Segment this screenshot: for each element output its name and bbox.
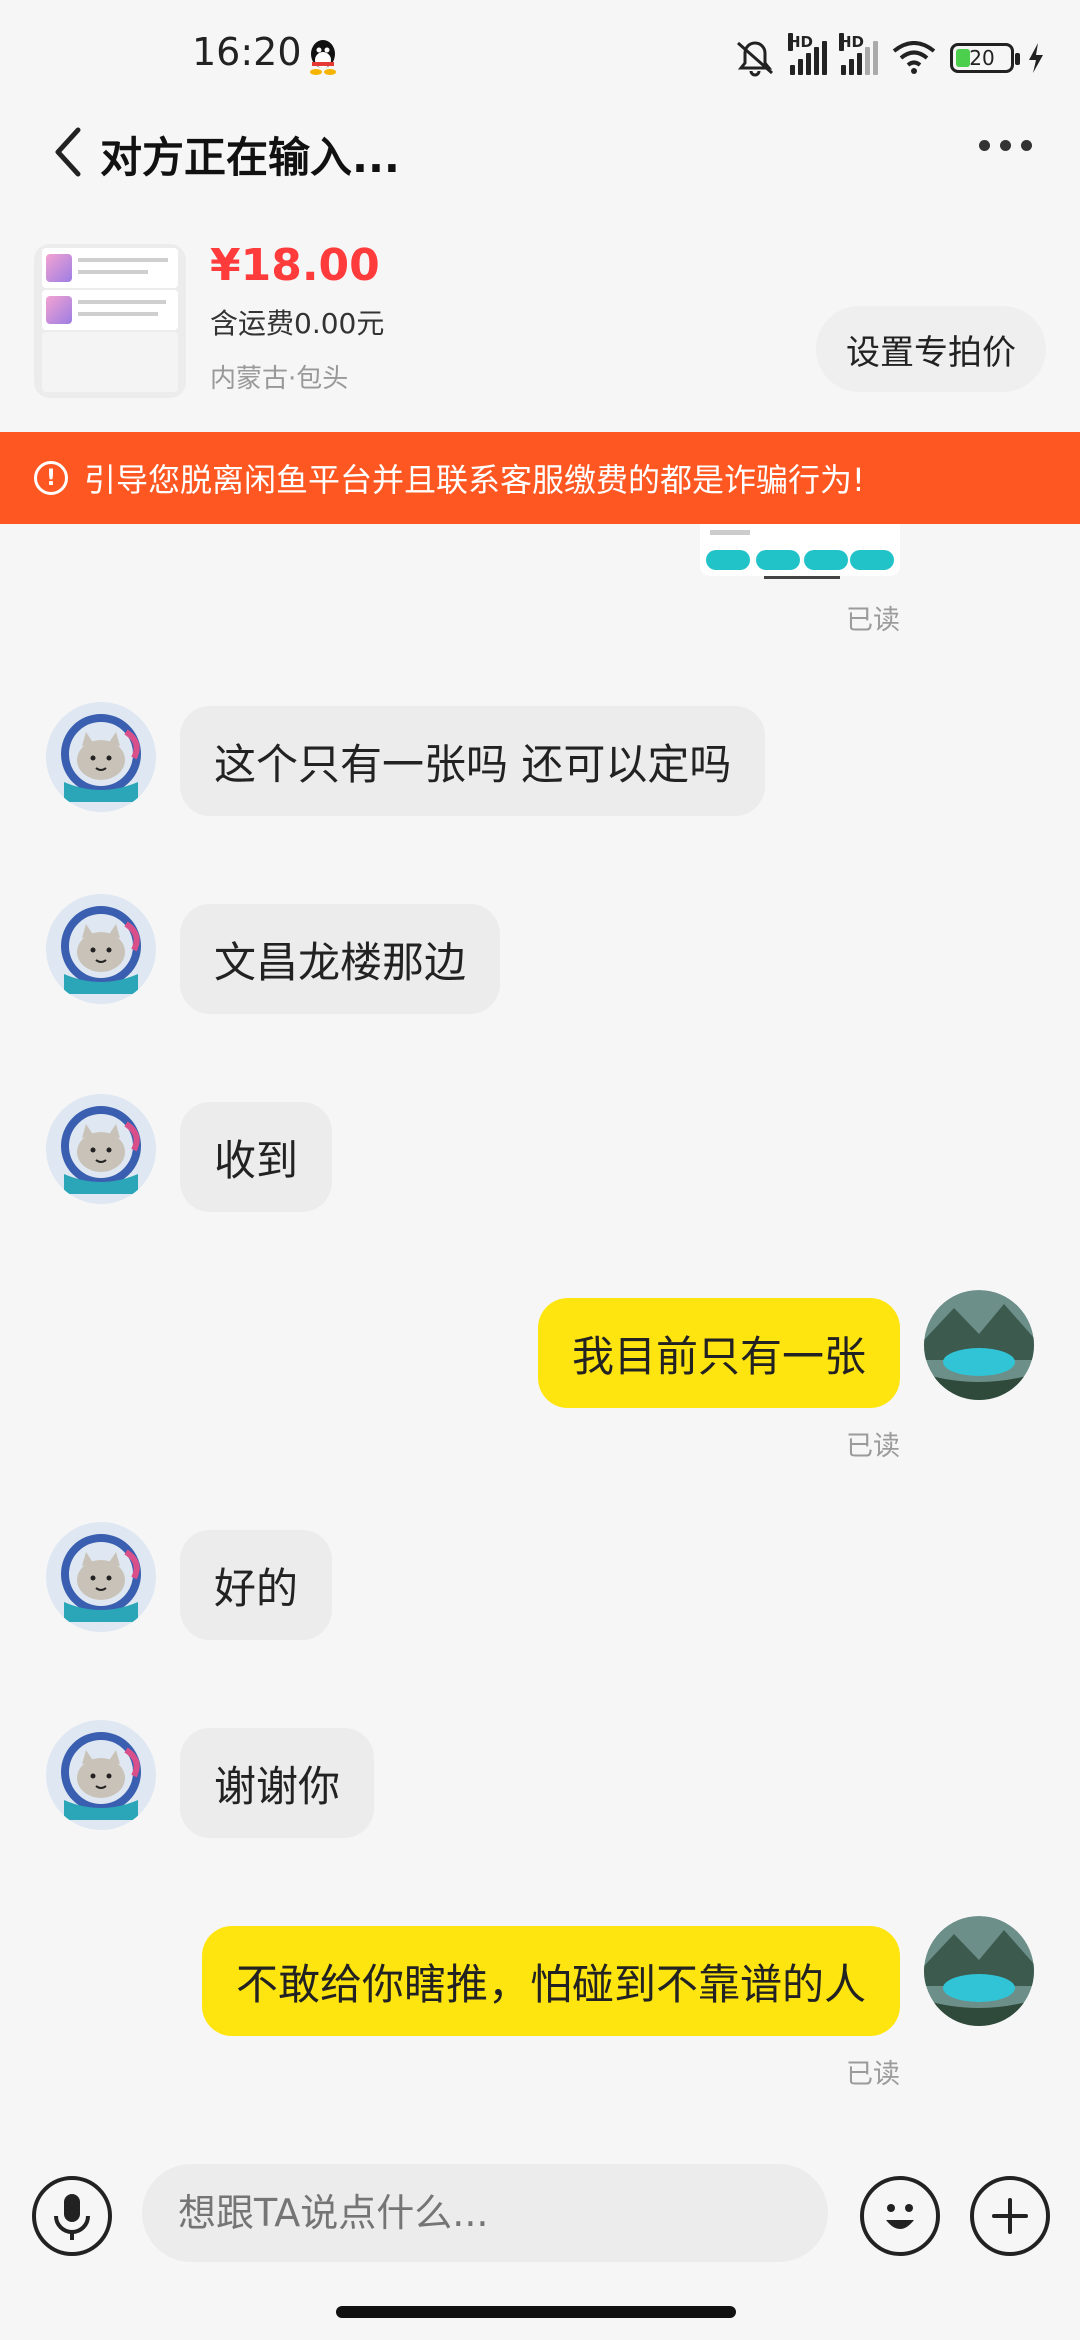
more-actions-button[interactable] [970, 2176, 1050, 2256]
contact-avatar[interactable] [46, 1522, 156, 1632]
message-input[interactable] [142, 2164, 828, 2262]
contact-avatar[interactable] [46, 894, 156, 1004]
wifi-icon [892, 41, 936, 74]
image-message[interactable] [700, 524, 900, 579]
product-thumbnail[interactable] [34, 244, 186, 398]
message-bubble-incoming[interactable]: 这个只有一张吗 还可以定吗 [180, 706, 766, 816]
message-bubble-outgoing[interactable]: 我目前只有一张 [537, 1298, 900, 1408]
message-bubble-incoming[interactable]: 谢谢你 [180, 1728, 375, 1838]
emoji-icon [886, 2204, 914, 2229]
voice-input-button[interactable] [32, 2176, 112, 2256]
product-location: 内蒙古·包头 [210, 364, 349, 394]
status-time: 16:20 [192, 30, 302, 74]
message-bubble-incoming[interactable]: 好的 [180, 1530, 333, 1640]
shipping-info: 含运费0.00元 [210, 307, 385, 340]
warning-icon: ! [34, 461, 68, 495]
signal-icon: HD [788, 33, 827, 75]
more-options-icon[interactable] [979, 140, 1032, 151]
contact-avatar[interactable] [46, 702, 156, 812]
emoji-button[interactable] [860, 2176, 940, 2256]
read-receipt: 已读 [846, 605, 900, 636]
page-title: 对方正在输入... [100, 133, 400, 182]
read-receipt: 已读 [846, 1431, 900, 1462]
qq-icon [310, 40, 336, 75]
message-bubble-incoming[interactable]: 文昌龙楼那边 [180, 904, 501, 1014]
charging-icon [1029, 43, 1043, 73]
back-arrow-icon[interactable] [48, 122, 88, 182]
product-price: ¥18.00 [210, 240, 380, 291]
fraud-warning-banner: ! 引导您脱离闲鱼平台并且联系客服缴费的都是诈骗行为! [0, 432, 1080, 524]
home-indicator[interactable] [336, 2306, 736, 2318]
message-bubble-outgoing[interactable]: 不敢给你瞎推，怕碰到不靠谱的人 [201, 1926, 900, 2036]
status-icons: HD HD 20 [734, 33, 1044, 82]
microphone-icon [54, 2194, 90, 2240]
plus-icon [992, 2198, 1028, 2234]
mute-icon [737, 41, 773, 77]
battery-icon: 20 [950, 43, 1020, 73]
message-bubble-incoming[interactable]: 收到 [180, 1102, 333, 1212]
set-special-price-button[interactable]: 设置专拍价 [816, 306, 1046, 392]
contact-avatar[interactable] [46, 1094, 156, 1204]
contact-avatar[interactable] [46, 1720, 156, 1830]
signal-icon: HD [839, 33, 878, 75]
warning-text: 引导您脱离闲鱼平台并且联系客服缴费的都是诈骗行为! [84, 461, 865, 499]
user-avatar[interactable] [924, 1290, 1034, 1400]
user-avatar[interactable] [924, 1916, 1034, 2026]
read-receipt: 已读 [846, 2059, 900, 2090]
